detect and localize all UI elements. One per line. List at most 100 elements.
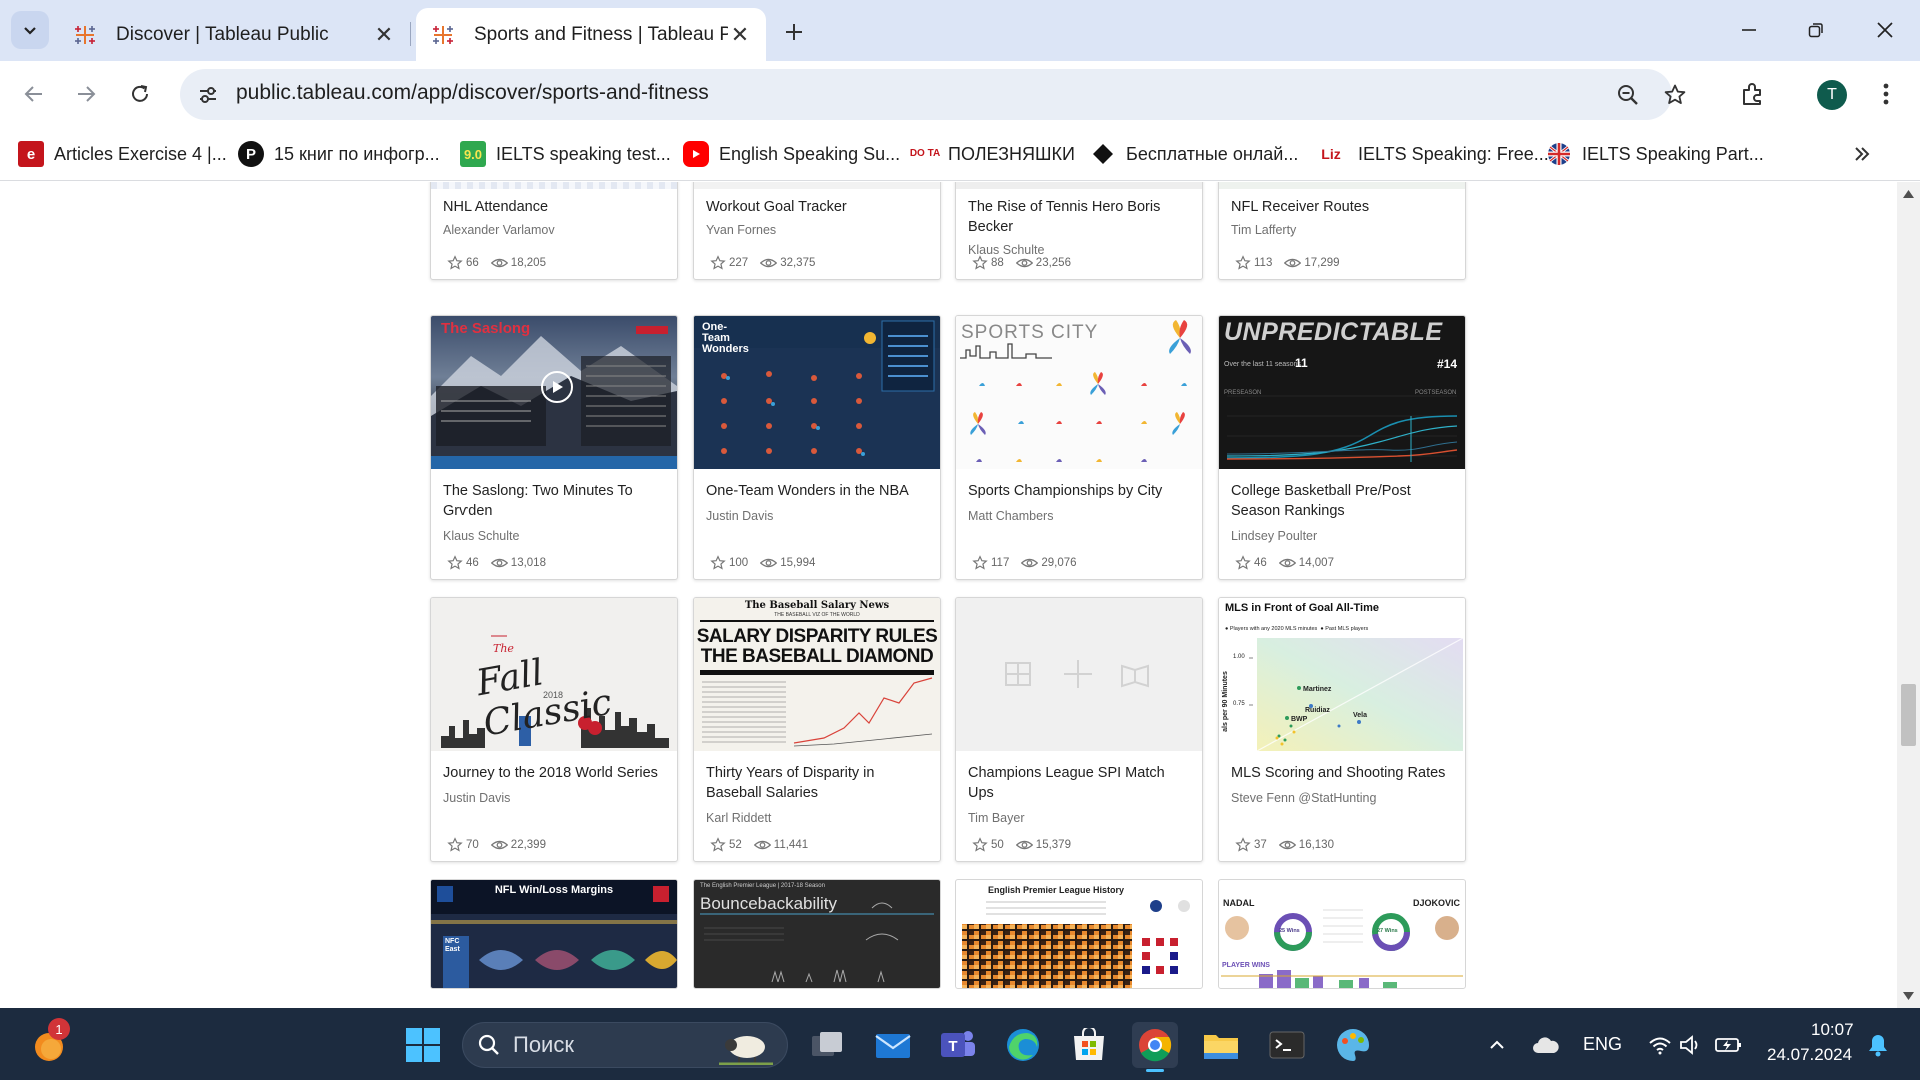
viz-author[interactable]: Justin Davis <box>706 509 773 523</box>
bookmark-15-books[interactable]: P 15 книг по инфогр... <box>238 138 440 170</box>
eye-icon <box>760 558 778 568</box>
viz-author[interactable]: Justin Davis <box>443 791 510 805</box>
forward-button[interactable] <box>66 74 106 114</box>
close-icon[interactable]: ✕ <box>372 22 396 47</box>
address-bar[interactable]: public.tableau.com/app/discover/sports-a… <box>180 69 1686 120</box>
bookmark-label: IELTS Speaking Part... <box>1582 143 1764 164</box>
viz-card[interactable]: The Rise of Tennis Hero Boris Becker Kla… <box>955 182 1203 280</box>
weather-widget[interactable]: 1 <box>26 1018 72 1068</box>
viz-author[interactable]: Tim Lafferty <box>1231 223 1296 237</box>
viz-author[interactable]: Lindsey Poulter <box>1231 529 1317 543</box>
viz-card[interactable]: Champions League SPI Match Ups Tim Bayer… <box>955 597 1203 862</box>
viz-card[interactable]: UNPREDICTABLE Over the last 11 seasons 1… <box>1218 315 1466 580</box>
back-button[interactable] <box>14 74 54 114</box>
task-view-button[interactable] <box>804 1022 850 1068</box>
star-icon[interactable] <box>972 837 988 853</box>
viz-card[interactable]: English Premier League History <box>955 879 1203 989</box>
viz-card[interactable]: SPORTS CITY Sports Championships by City… <box>955 315 1203 580</box>
store-app[interactable] <box>1066 1022 1112 1068</box>
viz-card[interactable]: The Saslong The Saslong: Two Minutes To … <box>430 315 678 580</box>
onedrive-button[interactable] <box>1523 1022 1569 1068</box>
star-icon[interactable] <box>447 255 463 271</box>
notifications-button[interactable] <box>1855 1022 1901 1068</box>
terminal-app[interactable] <box>1264 1022 1310 1068</box>
file-explorer-app[interactable] <box>1198 1022 1244 1068</box>
active-app-indicator <box>1146 1069 1164 1072</box>
bookmark-ielts-speaking-free[interactable]: Liz IELTS Speaking: Free... <box>1314 138 1549 170</box>
bookmark-free-online[interactable]: Бесплатные онлай... <box>1090 138 1298 170</box>
star-icon[interactable] <box>1235 255 1251 271</box>
viz-card[interactable]: MLS in Front of Goal All-Time ● Players … <box>1218 597 1466 862</box>
clock-date[interactable]: 24.07.2024 <box>1767 1045 1852 1065</box>
viz-card[interactable]: The Fall Classic 2018 Journey to the 201… <box>430 597 678 862</box>
bookmark-star-icon[interactable] <box>1659 79 1691 111</box>
viz-author[interactable]: Steve Fenn @StatHunting <box>1231 791 1376 805</box>
site-info-icon[interactable] <box>194 81 222 109</box>
close-window-button[interactable] <box>1862 10 1908 50</box>
scrollbar-thumb[interactable] <box>1901 684 1916 746</box>
scroll-down-icon[interactable] <box>1903 992 1914 1000</box>
dota-icon: DO TA <box>909 148 941 159</box>
extensions-icon[interactable] <box>1733 74 1773 114</box>
star-icon[interactable] <box>710 837 726 853</box>
bookmark-label: IELTS speaking test... <box>496 143 671 164</box>
chrome-app[interactable] <box>1132 1022 1178 1072</box>
start-button[interactable] <box>400 1022 446 1068</box>
paint-app[interactable] <box>1330 1022 1376 1068</box>
input-language[interactable]: ENG <box>1583 1034 1622 1055</box>
tab-sports-and-fitness[interactable]: Sports and Fitness | Tableau Pul ✕ <box>416 8 766 61</box>
taskbar-search[interactable]: Поиск <box>462 1022 788 1068</box>
viz-card[interactable]: The Baseball Salary News THE BASEBALL VI… <box>693 597 941 862</box>
viz-author[interactable]: Klaus Schulte <box>443 529 519 543</box>
viz-card[interactable]: NADAL DJOKOVIC 25 Wins 27 Wins PLAYER WI… <box>1218 879 1466 989</box>
bookmark-label: IELTS Speaking: Free... <box>1358 143 1549 164</box>
star-icon[interactable] <box>972 555 988 571</box>
tab-search-button[interactable] <box>11 11 49 49</box>
viz-card[interactable]: NFL Win/Loss Margins NFC East <box>430 879 678 989</box>
viz-card[interactable]: NFL Receiver Routes Tim Lafferty 113 17,… <box>1218 182 1466 280</box>
bookmark-articles-exercise[interactable]: e Articles Exercise 4 |... <box>18 138 227 170</box>
new-tab-button[interactable] <box>776 14 812 50</box>
star-icon[interactable] <box>710 255 726 271</box>
restore-button[interactable] <box>1793 10 1839 50</box>
menu-icon[interactable] <box>1866 74 1906 114</box>
show-hidden-icons-button[interactable] <box>1474 1022 1520 1068</box>
viz-author[interactable]: Tim Bayer <box>968 811 1025 825</box>
viz-card[interactable]: One-Team Wonders One-Team Wonders in the… <box>693 315 941 580</box>
bookmark-poleznyashki[interactable]: DO TA ПОЛЕЗНЯШКИ <box>909 138 1075 170</box>
bookmark-ielts-speaking-test[interactable]: 9.0 IELTS speaking test... <box>460 138 671 170</box>
mls-scatter-image <box>1249 637 1464 751</box>
tab-discover[interactable]: Discover | Tableau Public ✕ <box>58 8 410 61</box>
battery-button[interactable] <box>1706 1022 1752 1068</box>
star-icon[interactable] <box>972 255 988 271</box>
viz-card[interactable]: NHL Attendance Alexander Varlamov 66 18,… <box>430 182 678 280</box>
zoom-icon[interactable] <box>1612 79 1644 111</box>
bookmark-english-speaking[interactable]: English Speaking Su... <box>683 138 900 170</box>
viz-card[interactable]: Workout Goal Tracker Yvan Fornes 227 32,… <box>693 182 941 280</box>
star-icon[interactable] <box>447 837 463 853</box>
thumbnail-caption: PLAYER WINS <box>1222 962 1270 969</box>
star-icon[interactable] <box>447 555 463 571</box>
edge-app[interactable] <box>1000 1022 1046 1068</box>
star-icon[interactable] <box>1235 837 1251 853</box>
profile-avatar[interactable]: T <box>1817 80 1847 110</box>
viz-card[interactable]: The English Premier League | 2017-18 Sea… <box>693 879 941 989</box>
star-icon[interactable] <box>710 555 726 571</box>
viz-thumbnail: One-Team Wonders <box>694 316 940 469</box>
mail-app[interactable] <box>870 1022 916 1068</box>
play-video-icon[interactable] <box>541 371 573 403</box>
bookmark-ielts-speaking-part[interactable]: IELTS Speaking Part... <box>1546 138 1764 170</box>
close-icon[interactable]: ✕ <box>728 22 752 47</box>
viz-author[interactable]: Yvan Fornes <box>706 223 776 237</box>
clock-time[interactable]: 10:07 <box>1811 1020 1854 1040</box>
page-scrollbar[interactable] <box>1897 182 1920 1008</box>
scroll-up-icon[interactable] <box>1903 190 1914 198</box>
star-icon[interactable] <box>1235 555 1251 571</box>
minimize-button[interactable] <box>1726 10 1772 50</box>
viz-author[interactable]: Karl Riddett <box>706 811 771 825</box>
reload-button[interactable] <box>120 74 160 114</box>
bookmarks-overflow-button[interactable] <box>1852 138 1872 170</box>
teams-app[interactable]: T <box>935 1022 981 1068</box>
viz-author[interactable]: Alexander Varlamov <box>443 223 555 237</box>
viz-author[interactable]: Matt Chambers <box>968 509 1053 523</box>
